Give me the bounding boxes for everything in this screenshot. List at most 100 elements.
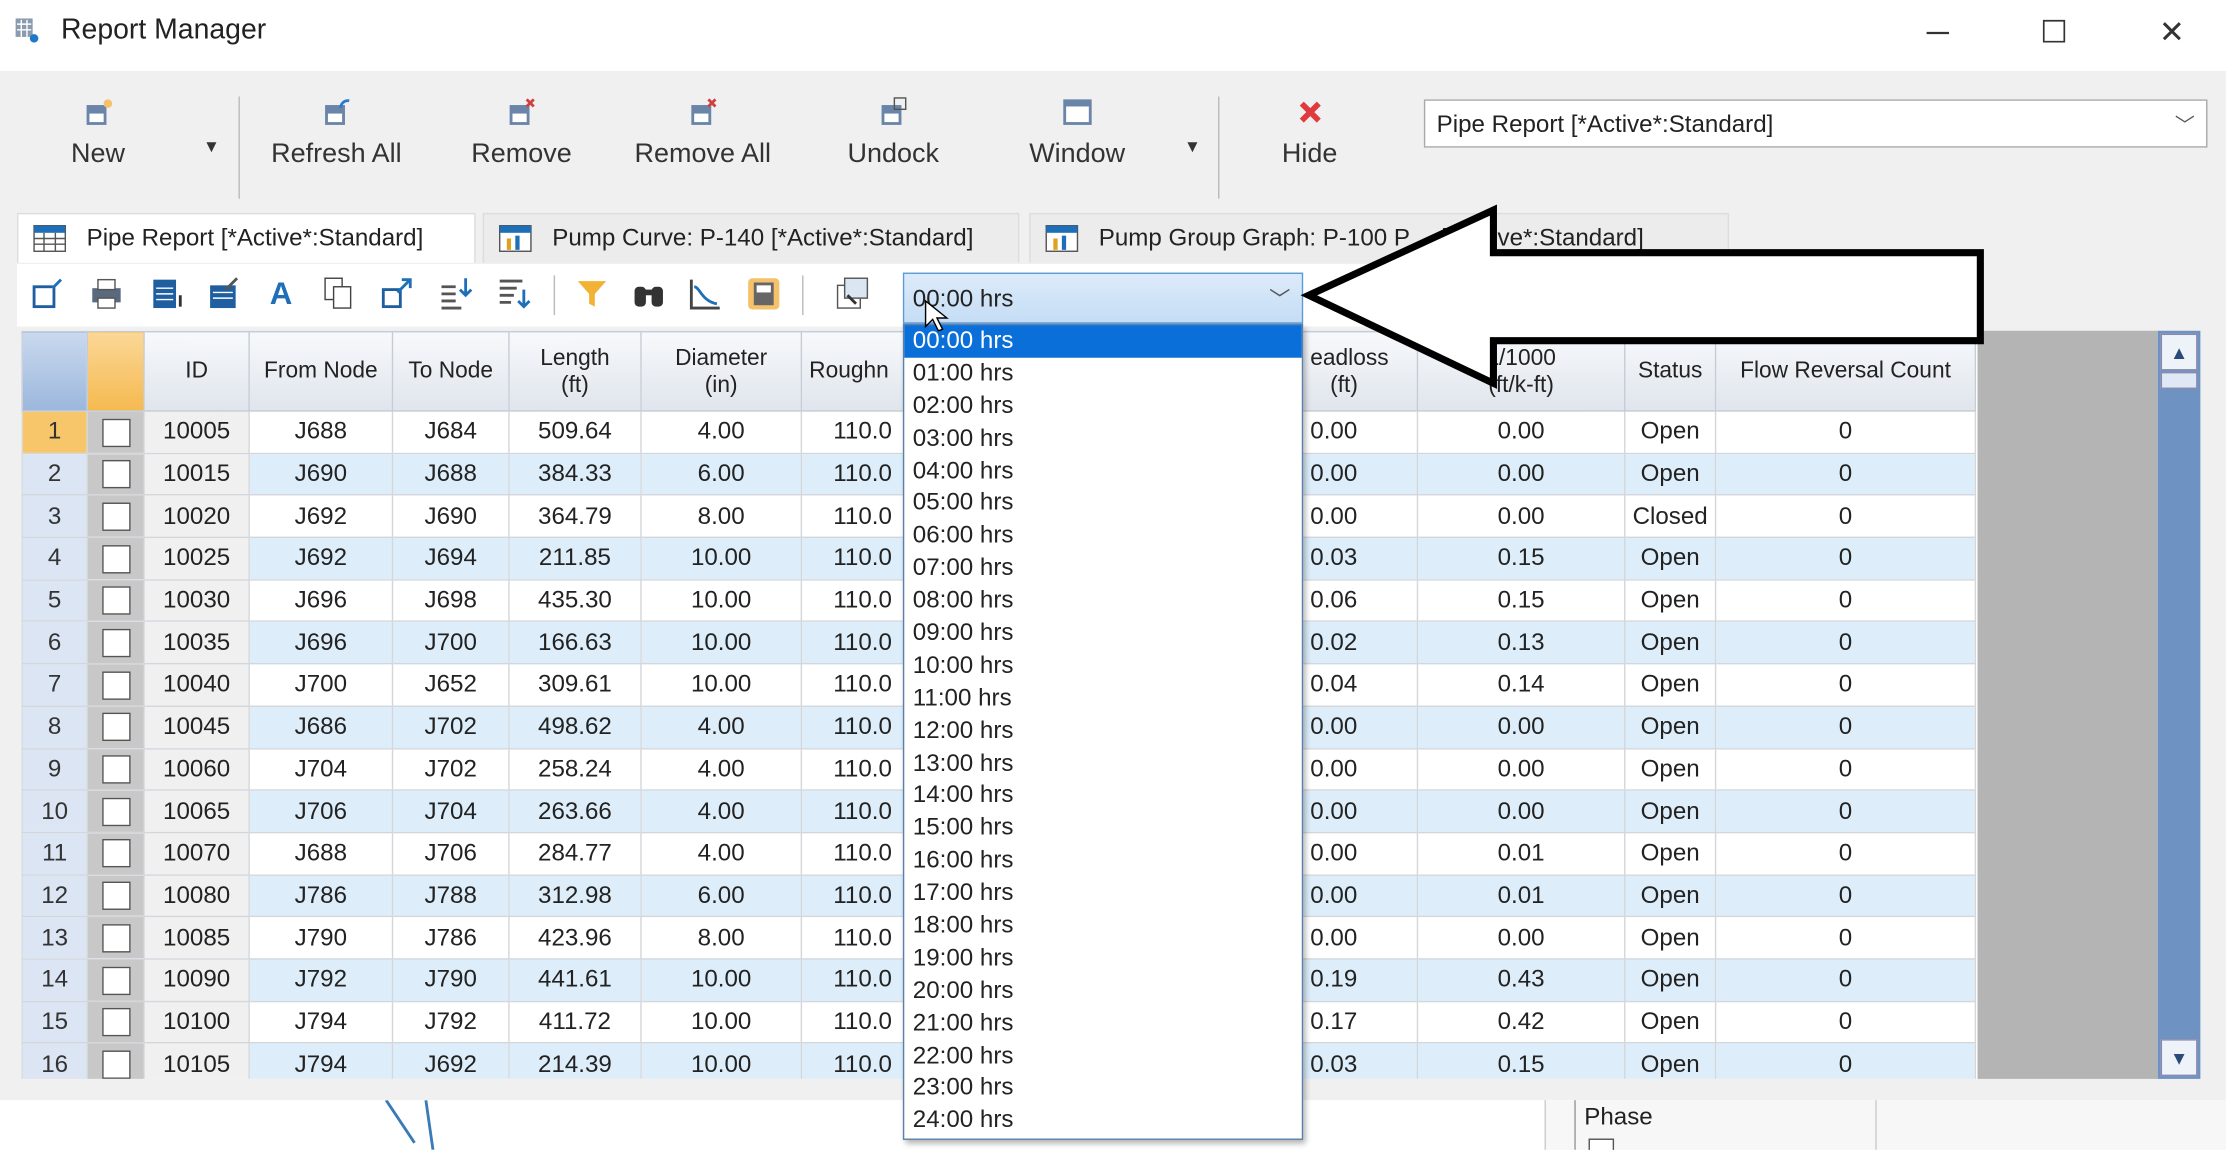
cell-from-node[interactable]: J686 — [248, 705, 394, 749]
cell-id[interactable]: 10080 — [143, 873, 250, 918]
time-option[interactable]: 09:00 hrs — [904, 618, 1301, 650]
cell-diameter[interactable]: 4.00 — [640, 789, 803, 834]
cell-status[interactable]: Open — [1624, 747, 1717, 791]
row-checkbox[interactable] — [86, 1042, 145, 1079]
cell-headloss-gradient[interactable]: 0.00 — [1416, 410, 1626, 454]
row-number[interactable]: 16 — [21, 1042, 89, 1079]
row-checkbox[interactable] — [86, 747, 145, 791]
sort-descending-icon[interactable] — [495, 275, 532, 312]
cell-headloss-gradient[interactable]: 0.00 — [1416, 494, 1626, 539]
cell-to-node[interactable]: J688 — [391, 452, 510, 496]
cell-from-node[interactable]: J692 — [248, 536, 394, 581]
cell-id[interactable]: 10105 — [143, 1042, 250, 1079]
row-number[interactable]: 10 — [21, 789, 89, 834]
cell-from-node[interactable]: J700 — [248, 663, 394, 707]
time-option[interactable]: 16:00 hrs — [904, 845, 1301, 877]
cell-length[interactable]: 435.30 — [508, 578, 642, 623]
sort-ascending-icon[interactable] — [437, 275, 474, 312]
cell-id[interactable]: 10070 — [143, 831, 250, 876]
cell-id[interactable]: 10030 — [143, 578, 250, 623]
cell-status[interactable]: Open — [1624, 831, 1717, 876]
cell-length[interactable]: 384.33 — [508, 452, 642, 496]
cell-length[interactable]: 211.85 — [508, 536, 642, 581]
cell-headloss-gradient[interactable]: 0.15 — [1416, 578, 1626, 623]
row-number[interactable]: 12 — [21, 873, 89, 918]
cell-length[interactable]: 309.61 — [508, 663, 642, 707]
cell-from-node[interactable]: J696 — [248, 578, 394, 623]
cell-id[interactable]: 10005 — [143, 410, 250, 454]
cell-from-node[interactable]: J690 — [248, 452, 394, 496]
checkbox[interactable] — [101, 713, 130, 742]
cell-status[interactable]: Open — [1624, 705, 1717, 749]
cell-status[interactable]: Open — [1624, 873, 1717, 918]
cell-status[interactable]: Open — [1624, 958, 1717, 1002]
time-option[interactable]: 04:00 hrs — [904, 455, 1301, 487]
time-option[interactable]: 03:00 hrs — [904, 423, 1301, 455]
cell-headloss-gradient[interactable]: 0.00 — [1416, 705, 1626, 749]
time-option[interactable]: 11:00 hrs — [904, 683, 1301, 715]
column-header-id[interactable]: ID — [143, 330, 250, 412]
close-button[interactable]: ✕ — [2144, 11, 2201, 54]
time-option[interactable]: 07:00 hrs — [904, 553, 1301, 585]
cell-diameter[interactable]: 4.00 — [640, 831, 803, 876]
column-header-flow-reversal-count[interactable]: Flow Reversal Count — [1714, 330, 1977, 412]
find-binoculars-icon[interactable] — [630, 275, 667, 312]
time-option[interactable]: 24:00 hrs — [904, 1105, 1301, 1137]
checkbox[interactable] — [101, 923, 130, 953]
row-checkbox[interactable] — [86, 452, 145, 496]
cell-status[interactable]: Open — [1624, 620, 1717, 665]
row-checkbox[interactable] — [86, 958, 145, 1002]
row-number[interactable]: 15 — [21, 1000, 89, 1044]
cell-flow-reversal-count[interactable]: 0 — [1714, 578, 1977, 623]
row-checkbox[interactable] — [86, 1000, 145, 1044]
row-number[interactable]: 9 — [21, 747, 89, 791]
time-option[interactable]: 13:00 hrs — [904, 748, 1301, 780]
cell-length[interactable]: 364.79 — [508, 494, 642, 539]
cell-length[interactable]: 498.62 — [508, 705, 642, 749]
window-button[interactable]: Window — [1029, 97, 1125, 171]
cell-diameter[interactable]: 8.00 — [640, 916, 803, 960]
cell-diameter[interactable]: 4.00 — [640, 705, 803, 749]
time-option[interactable]: 02:00 hrs — [904, 390, 1301, 422]
cell-from-node[interactable]: J688 — [248, 410, 394, 454]
row-number[interactable]: 8 — [21, 705, 89, 749]
time-option[interactable]: 06:00 hrs — [904, 520, 1301, 552]
cell-id[interactable]: 10025 — [143, 536, 250, 581]
cell-status[interactable]: Closed — [1624, 494, 1717, 539]
cell-to-node[interactable]: J692 — [391, 1042, 510, 1079]
checkbox[interactable] — [101, 586, 130, 616]
row-number[interactable]: 7 — [21, 663, 89, 707]
cell-status[interactable]: Open — [1624, 1000, 1717, 1044]
cell-to-node[interactable]: J702 — [391, 705, 510, 749]
cell-flow-reversal-count[interactable]: 0 — [1714, 663, 1977, 707]
row-checkbox[interactable] — [86, 620, 145, 665]
column-header-length[interactable]: Length (ft) — [508, 330, 642, 412]
cell-flow-reversal-count[interactable]: 0 — [1714, 620, 1977, 665]
row-checkbox[interactable] — [86, 789, 145, 834]
time-option[interactable]: 17:00 hrs — [904, 878, 1301, 910]
cell-flow-reversal-count[interactable]: 0 — [1714, 452, 1977, 496]
cell-from-node[interactable]: J786 — [248, 873, 394, 918]
cell-flow-reversal-count[interactable]: 0 — [1714, 1000, 1977, 1044]
cell-status[interactable]: Open — [1624, 452, 1717, 496]
cell-status[interactable]: Open — [1624, 663, 1717, 707]
cell-length[interactable]: 423.96 — [508, 916, 642, 960]
cell-diameter[interactable]: 4.00 — [640, 747, 803, 791]
time-option[interactable]: 23:00 hrs — [904, 1072, 1301, 1104]
column-header-status[interactable]: Status — [1624, 330, 1717, 412]
maximize-button[interactable]: ☐ — [2026, 11, 2083, 54]
filter-icon[interactable] — [574, 275, 611, 312]
cell-status[interactable]: Open — [1624, 410, 1717, 454]
column-header-from-node[interactable]: From Node — [248, 330, 394, 412]
cell-to-node[interactable]: J704 — [391, 789, 510, 834]
row-number[interactable]: 14 — [21, 958, 89, 1002]
cell-id[interactable]: 10085 — [143, 916, 250, 960]
cell-diameter[interactable]: 6.00 — [640, 452, 803, 496]
tab-pump-group-graph[interactable]: Pump Group Graph: P-100 P [*Active*:Stan… — [1029, 212, 1730, 263]
cell-headloss-gradient[interactable]: 0.14 — [1416, 663, 1626, 707]
cell-id[interactable]: 10020 — [143, 494, 250, 539]
cell-from-node[interactable]: J696 — [248, 620, 394, 665]
save-icon[interactable] — [745, 275, 782, 312]
checkbox[interactable] — [101, 418, 130, 447]
time-option[interactable]: 14:00 hrs — [904, 780, 1301, 812]
